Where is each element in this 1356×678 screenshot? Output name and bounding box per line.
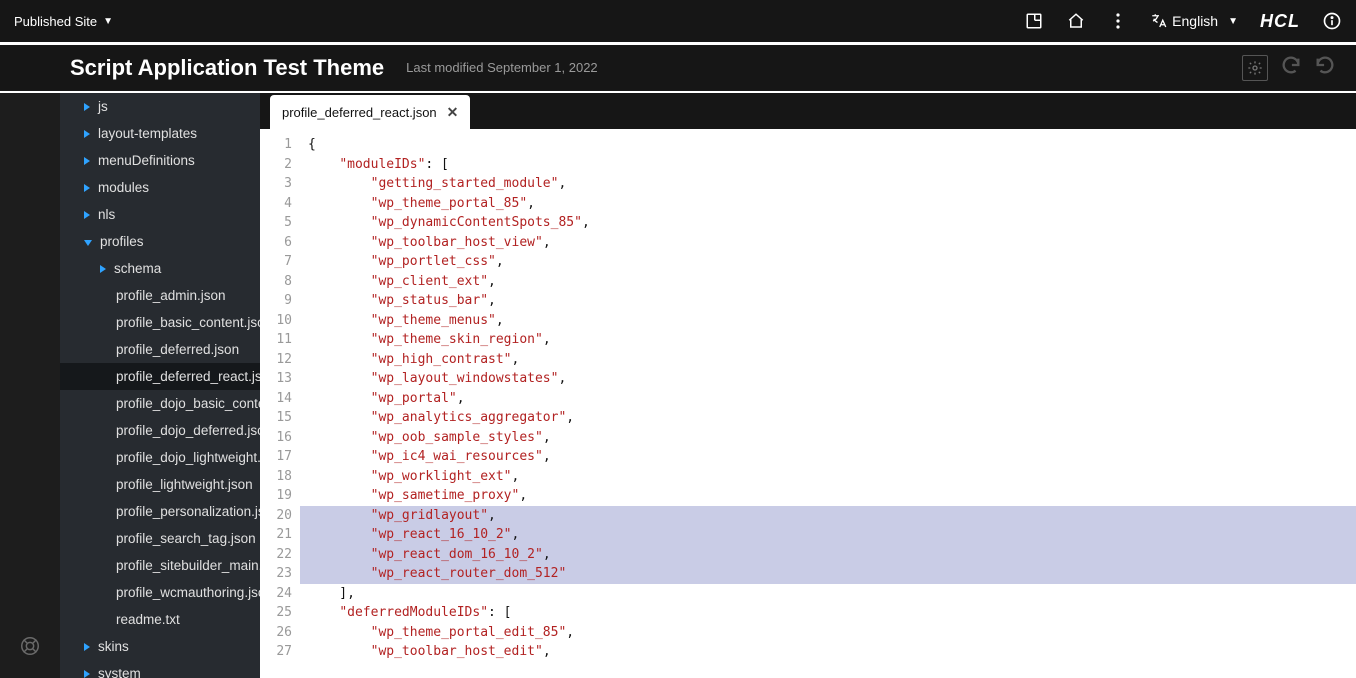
tree-item-label: menuDefinitions	[98, 153, 195, 168]
home-icon[interactable]	[1066, 11, 1086, 31]
tree-file[interactable]: profile_deferred_react.json	[60, 363, 260, 390]
tree-item-label: skins	[98, 639, 129, 654]
tree-folder[interactable]: system	[60, 660, 260, 678]
tree-item-label: profile_lightweight.json	[116, 477, 253, 492]
chevron-right-icon	[84, 211, 90, 219]
chevron-right-icon	[84, 130, 90, 138]
tree-folder[interactable]: layout-templates	[60, 120, 260, 147]
settings-icon[interactable]	[1242, 55, 1268, 81]
tree-item-label: layout-templates	[98, 126, 197, 141]
tree-file[interactable]: profile_sitebuilder_main.json	[60, 552, 260, 579]
tree-folder[interactable]: js	[60, 93, 260, 120]
chevron-down-icon	[84, 240, 92, 246]
tree-folder[interactable]: profiles	[60, 228, 260, 255]
redo-icon[interactable]	[1314, 54, 1336, 81]
close-icon[interactable]: ✕	[447, 104, 459, 121]
tree-item-label: js	[98, 99, 108, 114]
chevron-right-icon	[100, 265, 106, 273]
last-modified-text: Last modified September 1, 2022	[406, 60, 598, 75]
launch-icon[interactable]	[1024, 11, 1044, 31]
code-editor[interactable]: 1234567891011121314151617181920212223242…	[260, 129, 1356, 678]
tree-item-label: profile_dojo_deferred.json	[116, 423, 260, 438]
site-switcher[interactable]: Published Site ▼	[14, 14, 113, 29]
editor-tab[interactable]: profile_deferred_react.json ✕	[270, 95, 470, 129]
tree-folder[interactable]: skins	[60, 633, 260, 660]
language-switcher[interactable]: English ▼	[1150, 12, 1238, 30]
translate-icon	[1150, 12, 1168, 30]
tree-folder[interactable]: menuDefinitions	[60, 147, 260, 174]
tree-item-label: profile_dojo_lightweight.json	[116, 450, 260, 465]
tree-item-label: profiles	[100, 234, 144, 249]
tree-item-label: profile_sitebuilder_main.json	[116, 558, 260, 573]
tree-file[interactable]: profile_lightweight.json	[60, 471, 260, 498]
site-label: Published Site	[14, 14, 97, 29]
tree-folder[interactable]: nls	[60, 201, 260, 228]
chevron-right-icon	[84, 670, 90, 678]
tree-file[interactable]: profile_basic_content.json	[60, 309, 260, 336]
tree-item-label: profile_wcmauthoring.json	[116, 585, 260, 600]
tree-file[interactable]: profile_admin.json	[60, 282, 260, 309]
brand-logo: HCL	[1260, 11, 1300, 32]
file-tree: js layout-templates menuDefinitions modules…	[60, 93, 260, 678]
tab-bar: profile_deferred_react.json ✕	[260, 93, 1356, 129]
tree-item-label: modules	[98, 180, 149, 195]
tree-file[interactable]: profile_deferred.json	[60, 336, 260, 363]
tree-item-label: system	[98, 666, 141, 678]
chevron-down-icon: ▼	[103, 16, 113, 27]
info-icon[interactable]	[1322, 11, 1342, 31]
tree-item-label: profile_deferred_react.json	[116, 369, 260, 384]
tree-file[interactable]: readme.txt	[60, 606, 260, 633]
tree-item-label: profile_personalization.json	[116, 504, 260, 519]
tree-item-label: nls	[98, 207, 115, 222]
tree-file[interactable]: profile_dojo_lightweight.json	[60, 444, 260, 471]
tree-item-label: profile_admin.json	[116, 288, 226, 303]
undo-icon[interactable]	[1280, 54, 1302, 81]
tree-folder[interactable]: schema	[60, 255, 260, 282]
chevron-right-icon	[84, 157, 90, 165]
tree-folder[interactable]: modules	[60, 174, 260, 201]
tree-file[interactable]: profile_search_tag.json	[60, 525, 260, 552]
chevron-down-icon: ▼	[1228, 16, 1238, 27]
tree-item-label: profile_basic_content.json	[116, 315, 260, 330]
tree-item-label: schema	[114, 261, 161, 276]
tree-item-label: readme.txt	[116, 612, 180, 627]
more-icon[interactable]	[1108, 11, 1128, 31]
tree-file[interactable]: profile_dojo_basic_content.json	[60, 390, 260, 417]
language-label: English	[1172, 13, 1218, 29]
chevron-right-icon	[84, 103, 90, 111]
tree-file[interactable]: profile_wcmauthoring.json	[60, 579, 260, 606]
tree-file[interactable]: profile_dojo_deferred.json	[60, 417, 260, 444]
tree-item-label: profile_dojo_basic_content.json	[116, 396, 260, 411]
chevron-right-icon	[84, 643, 90, 651]
code-content: { "moduleIDs": [ "getting_started_module…	[300, 129, 1356, 678]
tab-label: profile_deferred_react.json	[282, 105, 437, 120]
page-title: Script Application Test Theme	[70, 55, 384, 81]
tree-item-label: profile_search_tag.json	[116, 531, 256, 546]
tree-item-label: profile_deferred.json	[116, 342, 239, 357]
chevron-right-icon	[84, 184, 90, 192]
tree-file[interactable]: profile_personalization.json	[60, 498, 260, 525]
help-icon[interactable]	[19, 635, 41, 662]
line-numbers: 1234567891011121314151617181920212223242…	[260, 129, 300, 678]
